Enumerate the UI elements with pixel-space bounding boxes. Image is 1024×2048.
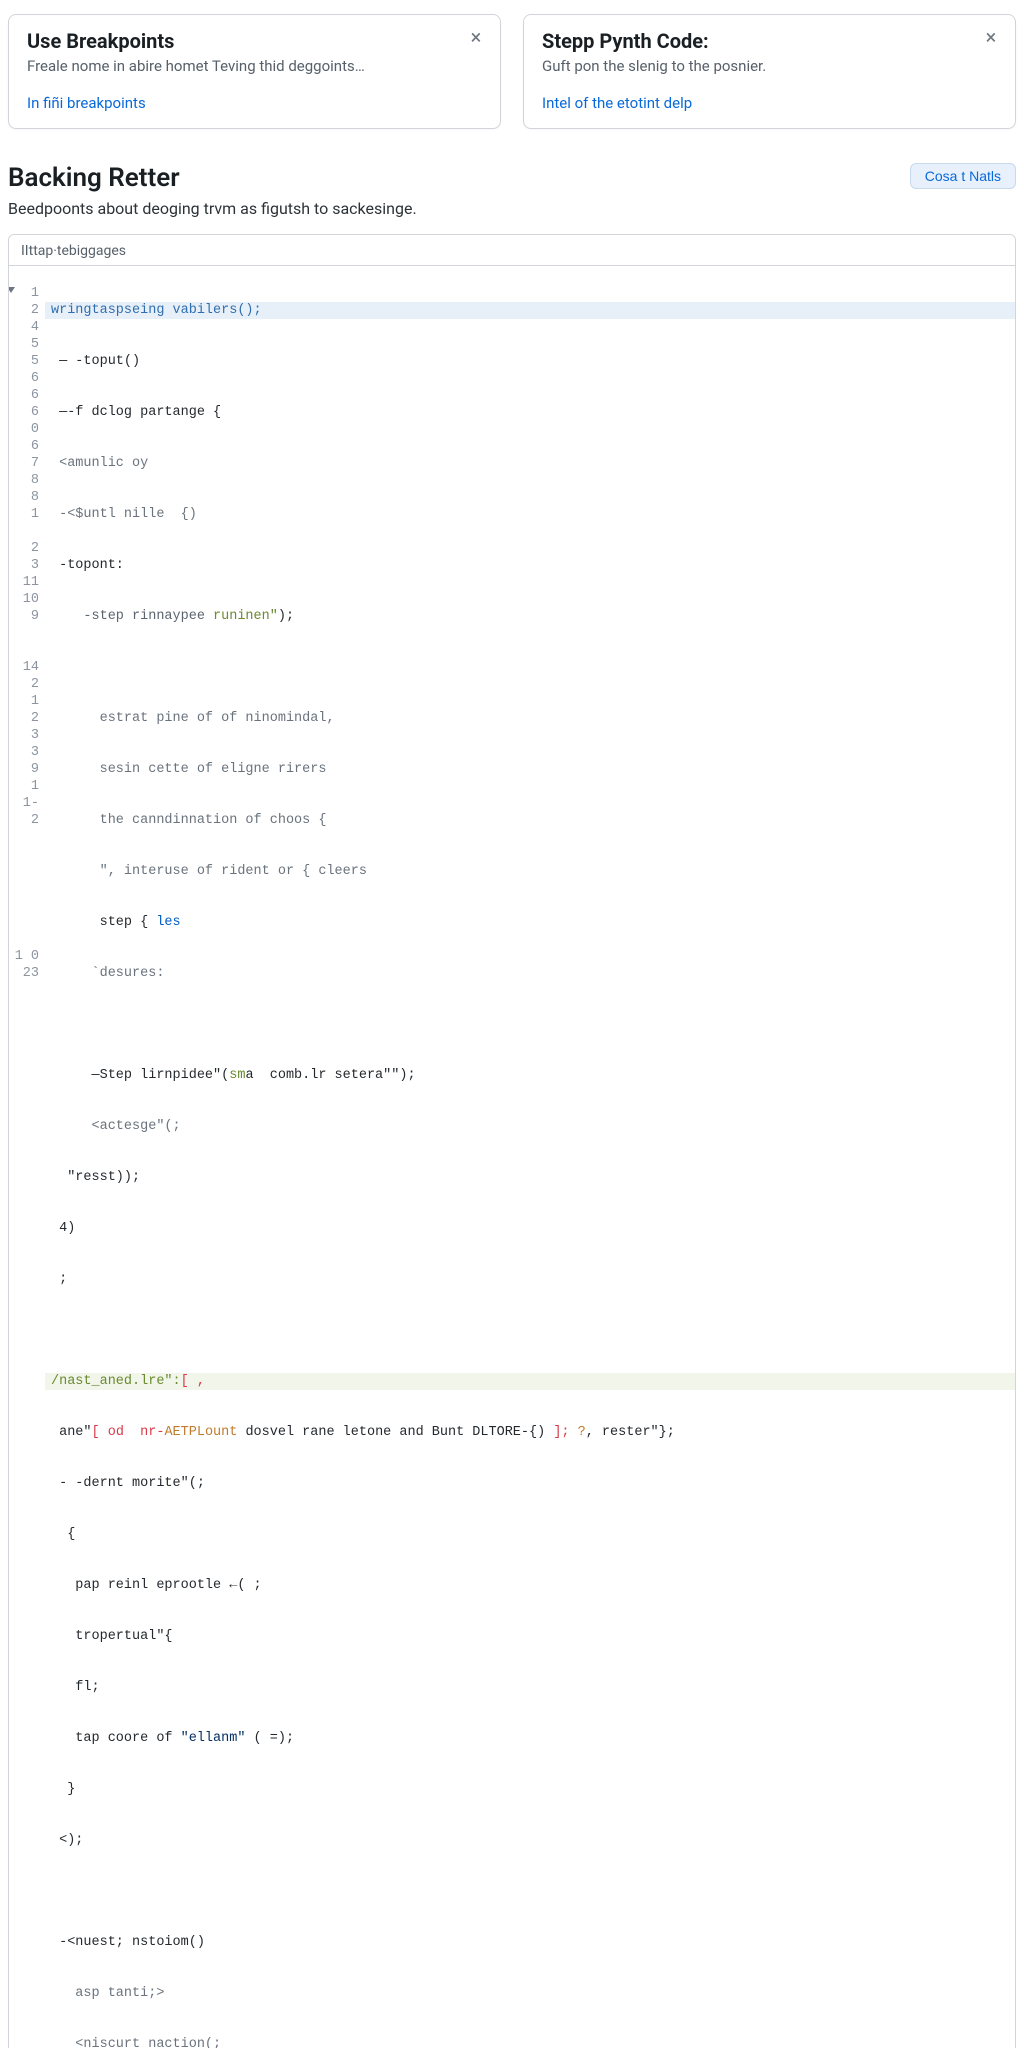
code-line: tropertual"{: [51, 1629, 173, 1644]
code-line: 4): [51, 1221, 75, 1236]
tip-title: Use Breakpoints: [27, 29, 482, 53]
code-token: [ ,: [181, 1374, 205, 1389]
close-icon[interactable]: ×: [466, 27, 486, 47]
code-line: —-f dclog partange {: [51, 405, 221, 420]
code-token: /nast_aned.lre":: [51, 1374, 181, 1389]
code-line: sesin cette of eligne rirers: [51, 762, 326, 777]
code-line: -<nuest; nstoiom(): [51, 1935, 205, 1950]
tip-desc: Freale nome in abire homet Teving thid d…: [27, 57, 482, 75]
code-token: ?: [570, 1425, 586, 1440]
code-line: the canndinnation of choos {: [51, 813, 326, 828]
cast-button[interactable]: Cosa t Natls: [910, 163, 1016, 189]
code-line: <niscurt naction(;: [51, 2037, 221, 2048]
line-gutter: 1245566606788123111091421233911-21 023: [9, 266, 45, 2048]
code-line: estrat pine of of ninomindal,: [51, 711, 335, 726]
code-token: dosvel rane letone and Bunt DLTORE-{): [237, 1425, 545, 1440]
code-line: pap reinl eprootle ←( ;: [51, 1578, 262, 1593]
page-title: Backing Retter: [8, 163, 180, 193]
section-header: Backing Retter Cosa t Natls: [8, 163, 1016, 193]
tip-card-breakpoints: × Use Breakpoints Freale nome in abire h…: [8, 14, 501, 129]
code-area[interactable]: wringtaspseing vabilers(); — -toput() —-…: [45, 266, 1015, 2048]
code-token: , rester"};: [586, 1425, 675, 1440]
code-token: ane": [51, 1425, 92, 1440]
code-line: wringtaspseing vabilers();: [51, 303, 262, 318]
code-line: <);: [51, 1833, 83, 1848]
page-subtitle: Beedpoonts about deoging trvm as figutsh…: [8, 199, 1016, 218]
code-token: [ od nr-: [92, 1425, 165, 1440]
code-token: AETPLount: [164, 1425, 237, 1440]
code-line: ;: [51, 1272, 67, 1287]
code-line: {: [51, 1527, 75, 1542]
tip-desc: Guft pon the slenig to the posnier.: [542, 57, 997, 75]
code-line: <actesge"(;: [51, 1119, 181, 1134]
tip-title: Stepp Pynth Code:: [542, 29, 997, 53]
code-line: `desures:: [51, 966, 164, 981]
code-token: ];: [545, 1425, 569, 1440]
tip-card-step: × Stepp Pynth Code: Guft pon the slenig …: [523, 14, 1016, 129]
tip-link[interactable]: In fiñi breakpoints: [27, 94, 146, 112]
code-line: <amunlic oy: [51, 456, 148, 471]
code-line: - -dernt morite"(;: [51, 1476, 205, 1491]
tips-row: × Use Breakpoints Freale nome in abire h…: [8, 14, 1016, 129]
tip-link[interactable]: Intel of the etotint delp: [542, 94, 692, 112]
code-editor: IIttap·tebiggages 1245566606788123111091…: [8, 234, 1016, 2048]
code-line: -<$untl nille {): [51, 507, 197, 522]
code-line: -topont:: [51, 558, 124, 573]
code-line: asp tanti;>: [51, 1986, 164, 2001]
code-line: "resst));: [51, 1170, 140, 1185]
code-line: ", interuse of rident or { cleers: [51, 864, 367, 879]
editor-body[interactable]: 1245566606788123111091421233911-21 023 w…: [9, 266, 1015, 2048]
fold-icon[interactable]: [8, 287, 15, 293]
editor-filename[interactable]: IIttap·tebiggages: [9, 235, 1015, 266]
code-line: }: [51, 1782, 75, 1797]
code-line: fl;: [51, 1680, 100, 1695]
code-line: — -toput(): [51, 354, 140, 369]
close-icon[interactable]: ×: [981, 27, 1001, 47]
